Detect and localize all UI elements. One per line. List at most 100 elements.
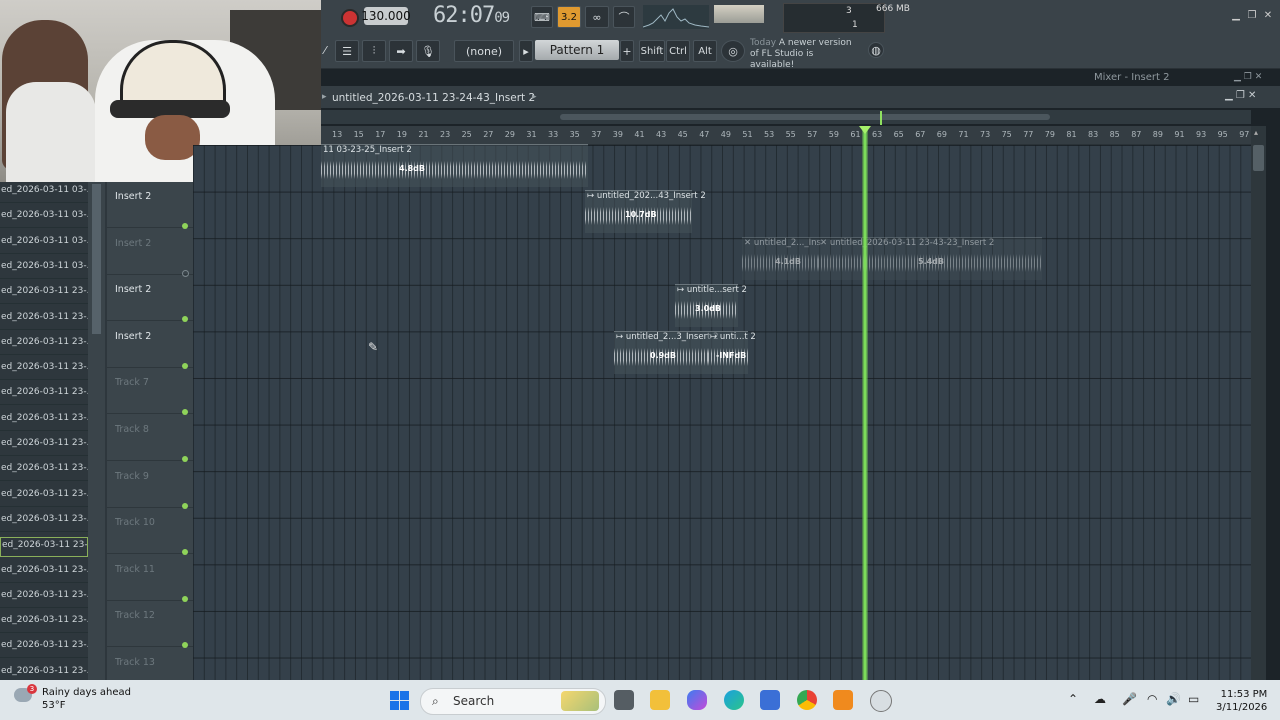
taskbar-clock[interactable]: 11:53 PM 3/11/2026 <box>1216 688 1267 714</box>
taskbar-search[interactable]: ⌕ Search <box>420 688 606 715</box>
tempo-display[interactable]: 130.000 <box>361 7 411 25</box>
typing-keyboard-icon[interactable]: ⌨ <box>531 6 553 28</box>
mixer-window-controls[interactable]: ▁ ❐ ✕ <box>1234 72 1262 82</box>
playlist-grid[interactable] <box>193 145 1251 680</box>
online-news-icon[interactable]: ◎ <box>721 40 745 62</box>
wifi-icon[interactable]: ◠ <box>1147 692 1157 706</box>
microphone-icon[interactable]: 🎙 <box>416 40 440 62</box>
track-header[interactable]: Insert 2 <box>107 229 193 277</box>
loop-record-icon[interactable]: ∞ <box>585 6 609 28</box>
minimize-icon[interactable]: ▁ <box>1229 10 1243 22</box>
vertical-scroll-thumb[interactable] <box>1253 145 1264 171</box>
browser-item[interactable]: ed_2026-03-11 23-... <box>0 487 88 507</box>
browser-item[interactable]: ed_2026-03-11 23-... <box>0 512 88 532</box>
horizontal-scroll-thumb[interactable] <box>560 114 1050 120</box>
audio-clip[interactable]: 11 03-23-25_Insert 2 4.8dB <box>321 144 588 187</box>
browser-item[interactable]: ed_2026-03-11 03-... <box>0 259 88 279</box>
globe-icon[interactable]: ◍ <box>868 42 884 58</box>
track-header[interactable]: Track 7 <box>107 368 193 416</box>
timeline-ruler[interactable]: 13 15 17 19 21 23 25 27 29 31 33 35 37 39 41 43 45 47 49 51… <box>321 126 1251 145</box>
clip-title: ✕ untitled_2026-03-11 23-43-23_Insert 2 <box>820 238 995 248</box>
mixer-icon[interactable]: ⫶ <box>362 40 386 62</box>
browser-scroll-thumb[interactable] <box>92 184 101 334</box>
main-toolbar: 130.000 62:0709 ⌨ 3.2 ∞ ⌒ 3 1 666 MB ▁ ❐… <box>321 0 1280 71</box>
close-icon[interactable]: ✕ <box>1261 10 1275 22</box>
track-header[interactable]: Insert 2 <box>107 275 193 323</box>
browser-item[interactable]: ed_2026-03-11 23-... <box>0 537 88 558</box>
playlist-icon[interactable]: ☰ <box>335 40 359 62</box>
metronome-icon[interactable]: ⌒ <box>613 6 635 28</box>
copilot-icon[interactable] <box>687 690 707 710</box>
tools-icon[interactable]: ⁄ <box>321 40 329 60</box>
track-header[interactable]: Track 11 <box>107 555 193 602</box>
channel-select[interactable]: (none) <box>454 40 514 62</box>
audio-clip[interactable]: ↦ unti...t 2 -INFdB <box>708 331 756 374</box>
playhead-marker-icon[interactable] <box>859 126 871 134</box>
browser-item[interactable]: ed_2026-03-11 23-... <box>0 613 88 634</box>
edge-icon[interactable] <box>724 690 744 710</box>
audio-clip[interactable]: ↦ untitled_202...43_Insert 2 10.7dB <box>585 190 706 233</box>
weather-temp: 53°F <box>42 700 66 711</box>
pattern-prev-icon[interactable]: ▸ <box>519 40 533 62</box>
browser-item[interactable]: ed_2026-03-11 23-... <box>0 436 88 456</box>
file-explorer-icon[interactable] <box>650 690 670 710</box>
playlist-arrow-icon[interactable]: ▸ <box>322 92 327 102</box>
browser-item[interactable]: ed_2026-03-11 23-... <box>0 385 88 406</box>
search-label: Search <box>453 694 495 708</box>
alt-button[interactable]: Alt <box>693 40 717 62</box>
record-button[interactable] <box>341 9 359 27</box>
track-header[interactable]: Track 8 <box>107 415 193 462</box>
track-header[interactable]: Track 12 <box>107 601 193 649</box>
tray-overflow-icon[interactable]: ⌃ <box>1068 692 1078 706</box>
pattern-selector[interactable]: Pattern 1 <box>535 40 619 60</box>
ctrl-button[interactable]: Ctrl <box>666 40 690 62</box>
master-meter <box>714 5 764 23</box>
clip-title: ✕ untitled_2..._Ins <box>744 238 821 248</box>
step-edit-button[interactable]: 3.2 <box>557 6 581 28</box>
hint-panel[interactable]: Today A newer version of FL Studio is av… <box>750 38 860 71</box>
chrome-icon[interactable] <box>797 690 817 710</box>
track-header[interactable]: Insert 2 <box>107 182 193 229</box>
pattern-add-button[interactable]: + <box>620 40 634 62</box>
fl-studio-icon[interactable] <box>833 690 853 710</box>
weather-text: Rainy days ahead 53°F <box>42 686 131 712</box>
browser-item[interactable]: ed_2026-03-11 23-... <box>0 638 88 659</box>
audio-clip[interactable]: ↦ untitle...sert 2 3.0dB <box>675 284 747 327</box>
browser-item[interactable]: ed_2026-03-11 23-... <box>0 461 88 482</box>
mixer-window-title[interactable]: Mixer - Insert 2 <box>1094 72 1169 83</box>
browser-item[interactable]: ed_2026-03-11 23-... <box>0 335 88 355</box>
arrow-right-icon[interactable]: ➡ <box>389 40 413 62</box>
track-header[interactable]: Track 10 <box>107 508 193 556</box>
browser-item[interactable]: ed_2026-03-11 03-... <box>0 234 88 254</box>
browser-item[interactable]: ed_2026-03-11 23-... <box>0 284 88 305</box>
browser-item[interactable]: ed_2026-03-11 03-... <box>0 183 88 203</box>
track-header[interactable]: Insert 2 <box>107 322 193 369</box>
app-icon[interactable] <box>870 690 892 712</box>
browser-item[interactable]: ed_2026-03-11 23-... <box>0 411 88 431</box>
tray-cloud-icon[interactable]: ☁ <box>1094 692 1106 706</box>
volume-icon[interactable]: 🔊 <box>1166 692 1181 706</box>
playhead[interactable] <box>862 126 868 680</box>
playlist-window-controls[interactable]: ▁ ❐ ✕ <box>1225 90 1256 101</box>
microphone-tray-icon[interactable]: 🎤 <box>1122 692 1137 706</box>
battery-icon[interactable]: ▭ <box>1188 692 1199 706</box>
audio-clip[interactable]: ↦ untitled_2...3_Insert 2 0.9dB <box>614 331 719 374</box>
vertical-scroll-track[interactable] <box>1251 126 1266 680</box>
playlist-menu-arrow-icon[interactable]: ▸ <box>532 92 537 102</box>
browser-item[interactable]: ed_2026-03-11 03-... <box>0 208 88 229</box>
track-header[interactable]: Track 9 <box>107 462 193 509</box>
ruler-tick: 25 <box>461 130 472 139</box>
audio-clip[interactable]: ✕ untitled_2026-03-11 23-43-23_Insert 2 5… <box>818 237 1042 280</box>
store-icon[interactable] <box>760 690 780 710</box>
browser-item[interactable]: ed_2026-03-11 23-... <box>0 310 88 330</box>
scroll-up-icon[interactable]: ▴ <box>1254 128 1258 137</box>
shift-button[interactable]: Shift <box>639 40 665 62</box>
browser-item[interactable]: ed_2026-03-11 23-... <box>0 360 88 381</box>
ruler-tick: 65 <box>893 130 904 139</box>
browser-item[interactable]: ed_2026-03-11 23-... <box>0 563 88 583</box>
browser-item[interactable]: ed_2026-03-11 23-... <box>0 588 88 608</box>
windows-start-icon[interactable] <box>390 691 409 710</box>
task-view-icon[interactable] <box>614 690 634 710</box>
audio-clip[interactable]: ✕ untitled_2..._Ins 4.1dB <box>742 237 821 280</box>
restore-icon[interactable]: ❐ <box>1245 10 1259 22</box>
